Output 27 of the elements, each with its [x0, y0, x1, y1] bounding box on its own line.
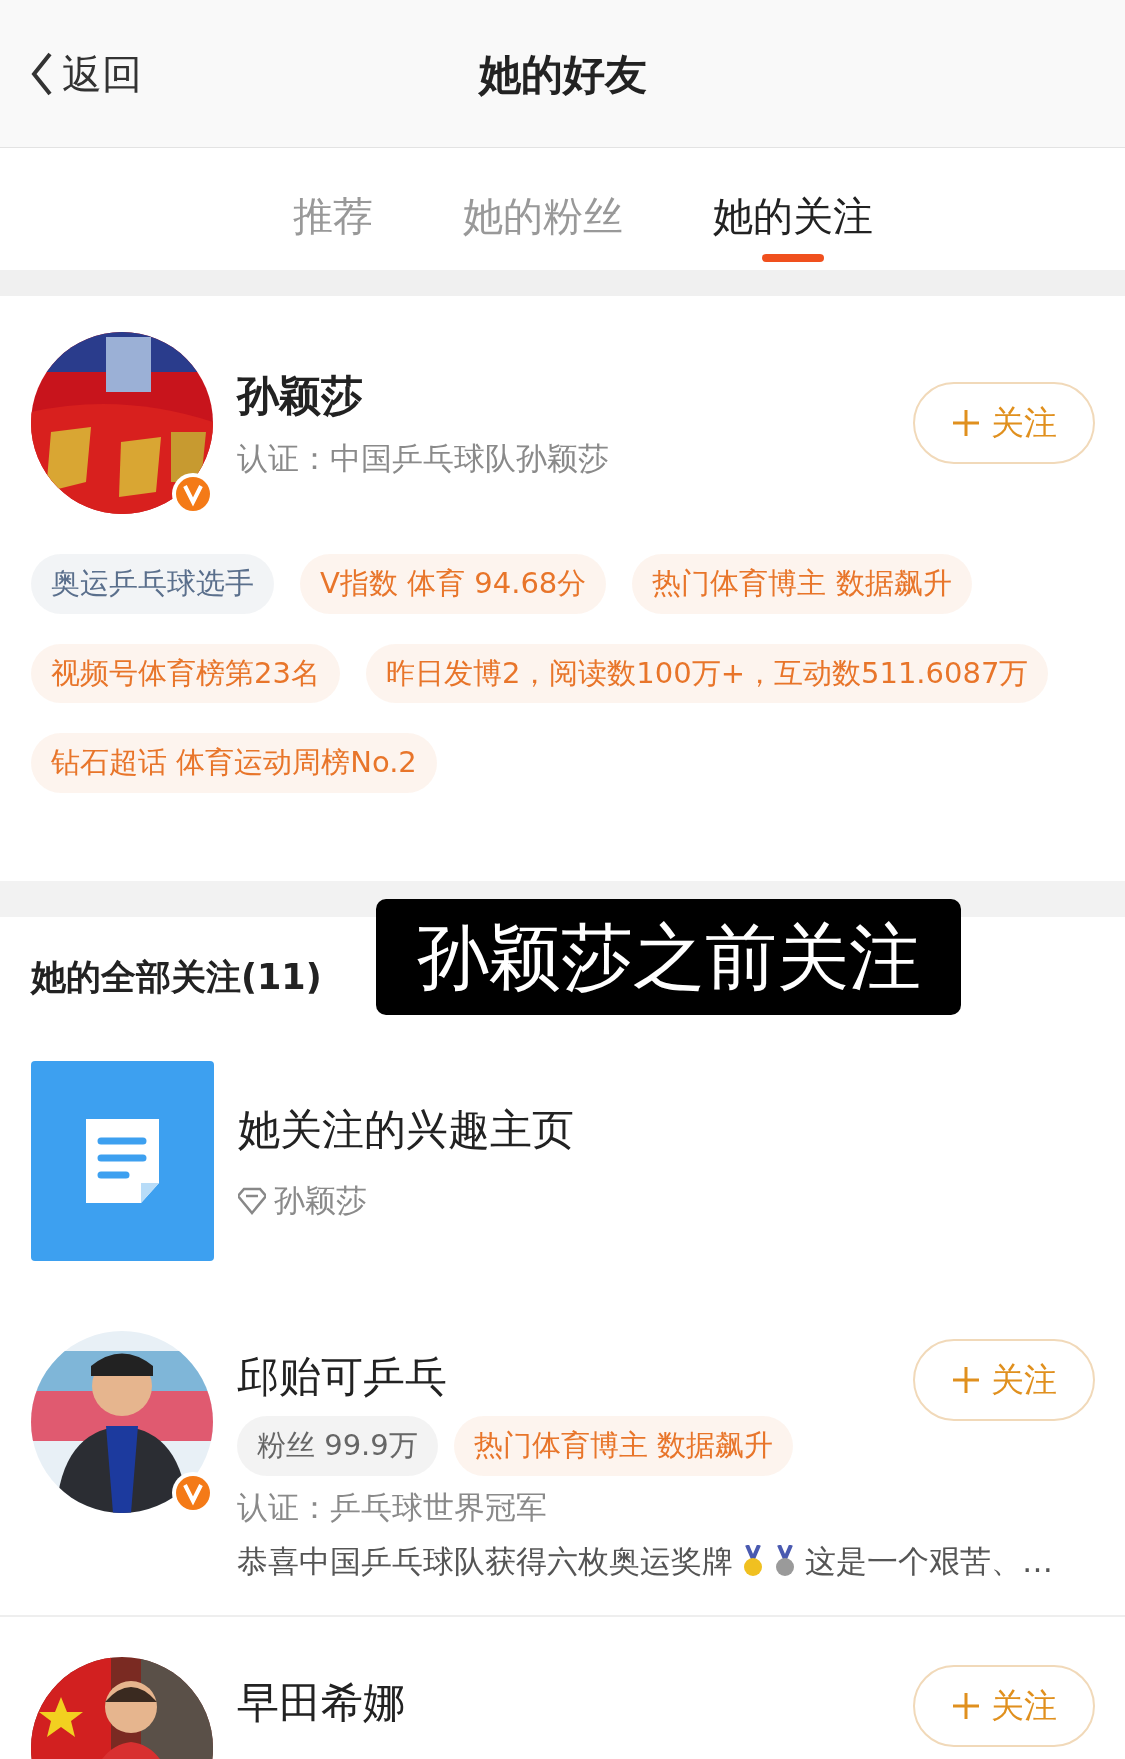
- tag-label: 昨日发博2，阅读数100万+，互动数511.6087万: [365, 643, 1049, 703]
- tab[interactable]: 推荐: [292, 180, 373, 262]
- section-title: 她的全部关注(11): [31, 955, 322, 999]
- bio-text: 恭喜中国乒乓球队获得六枚奥运奖牌: [237, 1542, 733, 1581]
- user-name: 邱贻可乒乓: [237, 1351, 448, 1403]
- follow-button[interactable]: 关注: [913, 1339, 1095, 1421]
- caption-overlay: 孙颖莎之前关注: [376, 898, 961, 1015]
- user-name: 孙颖莎: [237, 370, 364, 423]
- page-title: 她的好友: [478, 48, 647, 100]
- tag-label: 粉丝 99.9万: [237, 1416, 438, 1476]
- back-button[interactable]: 返回: [0, 43, 142, 104]
- tag-label: 钻石超话 体育运动周榜No.2: [31, 733, 437, 793]
- follow-button[interactable]: 关注: [913, 382, 1095, 464]
- tab[interactable]: 她的关注: [712, 180, 873, 262]
- owner-name: 孙颖莎: [274, 1181, 367, 1221]
- tag-label: V指数 体育 94.68分: [300, 554, 607, 614]
- tag-label: 热门体育博主 数据飙升: [453, 1416, 793, 1476]
- user-name: 早田希娜: [237, 1676, 406, 1729]
- tab[interactable]: 她的粉丝: [462, 180, 623, 262]
- bio-text: 这是一个艰苦、…: [805, 1542, 1053, 1581]
- certification-text: 认证：中国乒乓球队孙颖莎: [237, 439, 610, 479]
- follow-button[interactable]: 关注: [913, 1664, 1095, 1747]
- page-name: 她关注的兴趣主页: [238, 1104, 574, 1157]
- certification-text: 认证：乒乓球世界冠军: [237, 1487, 548, 1527]
- tag-label: 视频号体育榜第23名: [31, 643, 340, 703]
- tag-label: 奥运乒乓球选手: [31, 554, 274, 614]
- tag-label: 热门体育博主 数据飙升: [632, 554, 972, 614]
